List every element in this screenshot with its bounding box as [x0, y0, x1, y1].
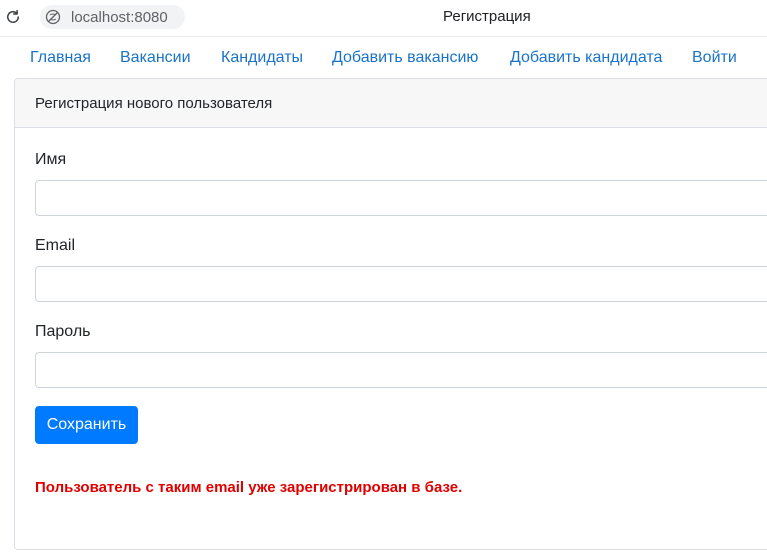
nav-link-candidates[interactable]: Кандидаты — [221, 49, 303, 67]
email-label: Email — [35, 237, 76, 254]
name-label: Имя — [35, 151, 67, 168]
page-title: Регистрация — [443, 8, 531, 25]
url-text: localhost:8080 — [71, 8, 168, 26]
card-title: Регистрация нового пользователя — [35, 95, 273, 112]
main-nav: Главная Вакансии Кандидаты Добавить вака… — [0, 37, 767, 77]
email-input[interactable] — [35, 266, 767, 302]
password-label: Пароль — [35, 323, 91, 340]
site-info-icon[interactable] — [45, 9, 61, 25]
browser-toolbar: localhost:8080 Регистрация — [0, 0, 767, 37]
nav-link-add-vacancy[interactable]: Добавить вакансию — [332, 49, 478, 67]
reload-icon[interactable] — [4, 8, 22, 26]
save-button[interactable]: Сохранить — [35, 406, 138, 444]
error-message: Пользователь с таким email уже зарегистр… — [35, 479, 463, 496]
card-header: Регистрация нового пользователя — [15, 79, 767, 128]
address-bar[interactable]: localhost:8080 — [40, 5, 185, 29]
nav-link-home[interactable]: Главная — [30, 49, 91, 67]
password-input[interactable] — [35, 352, 767, 388]
nav-link-add-candidate[interactable]: Добавить кандидата — [510, 49, 662, 67]
name-input[interactable] — [35, 180, 767, 216]
nav-link-vacancies[interactable]: Вакансии — [120, 49, 191, 67]
registration-card: Регистрация нового пользователя Имя Emai… — [14, 78, 767, 550]
nav-link-login[interactable]: Войти — [692, 49, 737, 67]
